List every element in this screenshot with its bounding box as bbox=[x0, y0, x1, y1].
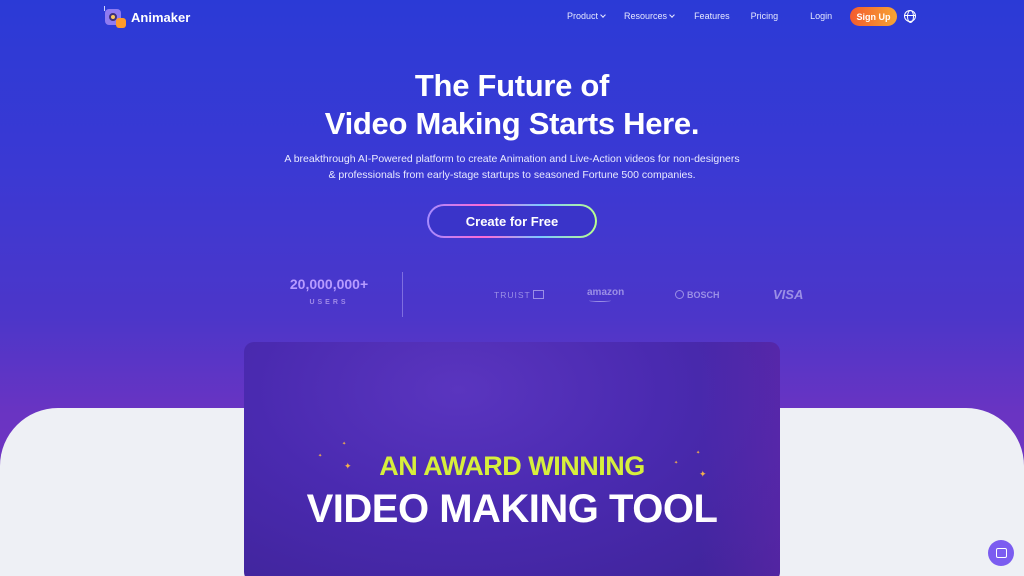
user-count: 20,000,000+ bbox=[289, 276, 369, 292]
login-link[interactable]: Login bbox=[810, 11, 832, 21]
divider bbox=[402, 272, 403, 317]
amazon-smile-icon bbox=[589, 299, 611, 302]
signup-button[interactable]: Sign Up bbox=[850, 7, 897, 26]
hero-subtitle-line2: & professionals from early-stage startup… bbox=[328, 169, 696, 181]
nav-item-resources[interactable]: Resources bbox=[624, 11, 675, 21]
video-headline: AN AWARD WINNING bbox=[379, 451, 645, 481]
nav-label: Product bbox=[567, 11, 599, 21]
nav-item-pricing[interactable]: Pricing bbox=[751, 11, 779, 21]
create-for-free-button[interactable]: Create for Free bbox=[427, 204, 597, 238]
hero-subtitle: A breakthrough AI-Powered platform to cr… bbox=[0, 151, 1024, 183]
chat-widget-button[interactable] bbox=[988, 540, 1014, 566]
nav-links: Product Resources Features Pricing Login bbox=[567, 11, 832, 21]
hero-title-line2: Video Making Starts Here. bbox=[324, 106, 700, 141]
promo-video[interactable]: ✦ ✦ ✦ ✦ ✦ ✦ AN AWARD WINNING VIDEO MAKIN… bbox=[244, 342, 780, 576]
brand-logo-amazon: amazon bbox=[587, 287, 624, 302]
video-subheadline: VIDEO MAKING TOOL bbox=[306, 487, 718, 531]
user-stats: 20,000,000+ USERS bbox=[270, 276, 388, 306]
nav-label: Resources bbox=[624, 11, 668, 21]
chat-icon bbox=[995, 548, 1007, 558]
user-count-label: USERS bbox=[309, 299, 349, 306]
brand-logo-visa: VISA bbox=[773, 287, 804, 302]
brand-name: Animaker bbox=[131, 9, 191, 25]
brand-logo-truist: TRUIST bbox=[494, 290, 544, 300]
logo[interactable]: Animaker bbox=[104, 6, 190, 28]
chevron-down-icon bbox=[600, 12, 606, 18]
animaker-logo-icon bbox=[104, 6, 126, 28]
bosch-mark-icon bbox=[675, 290, 684, 299]
chevron-down-icon bbox=[669, 12, 675, 18]
cta-label: Create for Free bbox=[429, 206, 595, 236]
brand-logo-bosch: BOSCH bbox=[675, 290, 720, 300]
hero-title-line1: The Future of bbox=[414, 68, 610, 103]
nav-item-features[interactable]: Features bbox=[694, 11, 730, 21]
hero-subtitle-line1: A breakthrough AI-Powered platform to cr… bbox=[284, 153, 740, 165]
nav-item-product[interactable]: Product bbox=[567, 11, 606, 21]
hero-title: The Future of Video Making Starts Here. bbox=[0, 67, 1024, 143]
truist-mark-icon bbox=[532, 290, 544, 299]
sparkle-icon: ✦ bbox=[342, 441, 347, 447]
top-navbar: Animaker Product Resources Features Pric… bbox=[0, 0, 1024, 34]
sparkle-icon: ✦ bbox=[699, 469, 707, 479]
globe-icon[interactable] bbox=[904, 10, 916, 23]
